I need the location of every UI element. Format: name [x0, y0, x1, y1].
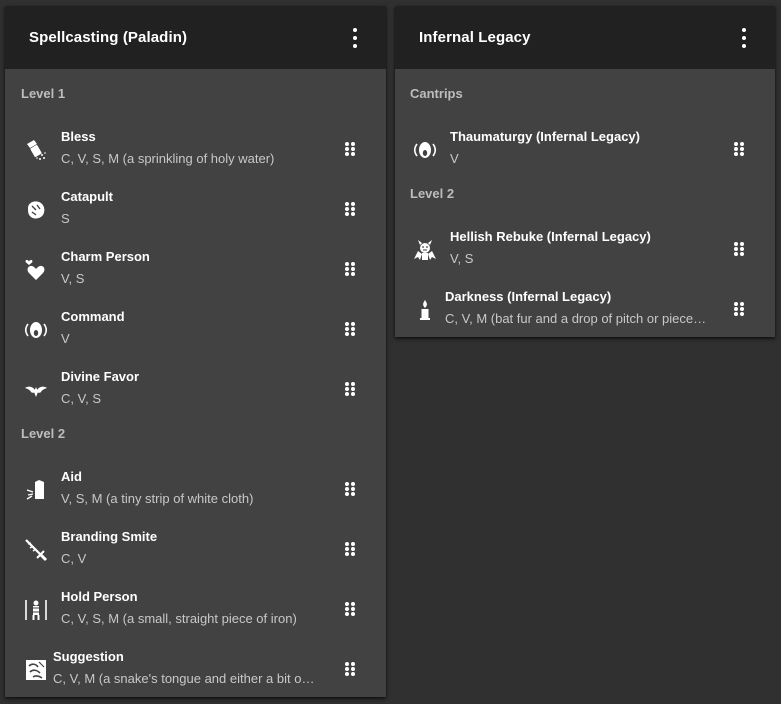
infernal-legacy-card: Infernal Legacy Cantrips Thaumaturgy (In… [395, 6, 775, 337]
section-label: Level 1 [21, 86, 66, 101]
spell-name: Branding Smite [61, 529, 158, 544]
drag-handle-icon[interactable] [345, 202, 355, 216]
catapult-icon [28, 201, 45, 219]
winged-emblem-icon [25, 386, 47, 397]
spell-item-divine-favor[interactable]: Divine Favor C, V, S [5, 360, 386, 420]
spell-components: C, V, S, M (a sprinkling of holy water) [61, 151, 275, 166]
spell-item-suggestion[interactable]: Suggestion C, V, M (a snake's tongue and… [5, 640, 386, 700]
spell-components: C, V, S, M (a small, straight piece of i… [61, 611, 297, 626]
more-options-icon[interactable] [350, 28, 360, 48]
drag-handle-icon[interactable] [345, 662, 355, 676]
drag-handle-icon[interactable] [345, 142, 355, 156]
candle-icon [420, 300, 430, 320]
card-header: Spellcasting (Paladin) [5, 6, 386, 69]
spellcasting-paladin-card: Spellcasting (Paladin) Level 1 Bless C, … [5, 6, 386, 697]
holy-water-icon [27, 140, 46, 160]
spell-item-catapult[interactable]: Catapult S [5, 180, 386, 240]
bound-person-icon [25, 600, 47, 620]
spell-components: V, S [450, 251, 474, 266]
drag-handle-icon[interactable] [734, 242, 744, 256]
section-label: Level 2 [21, 426, 66, 441]
section-label: Cantrips [410, 86, 463, 101]
spell-item-command[interactable]: Command V [5, 300, 386, 360]
drag-handle-icon[interactable] [345, 602, 355, 616]
spell-name: Command [61, 309, 125, 324]
spell-item-aid[interactable]: Aid V, S, M (a tiny strip of white cloth… [5, 460, 386, 520]
spell-item-hold-person[interactable]: Hold Person C, V, S, M (a small, straigh… [5, 580, 386, 640]
spell-components: V [61, 331, 70, 346]
shout-icon [24, 322, 48, 338]
spell-name: Charm Person [61, 249, 150, 264]
more-options-icon[interactable] [739, 28, 749, 48]
spell-item-darkness[interactable]: Darkness (Infernal Legacy) C, V, M (bat … [395, 280, 775, 340]
drag-handle-icon[interactable] [345, 322, 355, 336]
hearts-icon [25, 259, 45, 280]
spell-item-bless[interactable]: Bless C, V, S, M (a sprinkling of holy w… [5, 120, 386, 180]
drag-handle-icon[interactable] [734, 302, 744, 316]
spell-name: Divine Favor [61, 369, 140, 384]
spell-components: C, V, S [61, 391, 101, 406]
spell-name: Darkness (Infernal Legacy) [445, 289, 612, 304]
spell-components: C, V, M (bat fur and a drop of pitch or … [445, 311, 707, 326]
spell-item-branding-smite[interactable]: Branding Smite C, V [5, 520, 386, 580]
spell-components: C, V [61, 551, 87, 566]
spell-components: V, S, M (a tiny strip of white cloth) [61, 491, 254, 506]
spell-components: V, S [61, 271, 85, 286]
aid-icon [26, 480, 44, 500]
drag-handle-icon[interactable] [734, 142, 744, 156]
drag-handle-icon[interactable] [345, 382, 355, 396]
drag-handle-icon[interactable] [345, 482, 355, 496]
card-title: Spellcasting (Paladin) [29, 29, 188, 46]
drag-handle-icon[interactable] [345, 542, 355, 556]
drag-handle-icon[interactable] [345, 262, 355, 276]
spell-components: C, V, M (a snake's tongue and either a b… [53, 671, 315, 686]
spell-name: Thaumaturgy (Infernal Legacy) [450, 129, 640, 144]
shout-icon [413, 142, 437, 158]
spell-item-thaumaturgy[interactable]: Thaumaturgy (Infernal Legacy) V [395, 120, 775, 180]
suggestion-icon [26, 660, 46, 680]
spell-name: Bless [61, 129, 96, 144]
spell-name: Aid [61, 469, 82, 484]
flaming-sword-icon [25, 539, 48, 562]
demon-icon [414, 240, 436, 260]
section-label: Level 2 [410, 186, 455, 201]
spell-name: Catapult [61, 189, 113, 204]
spell-name: Hellish Rebuke (Infernal Legacy) [450, 229, 651, 244]
spell-components: S [61, 211, 70, 226]
card-header: Infernal Legacy [395, 6, 775, 69]
spell-components: V [450, 151, 459, 166]
spell-name: Suggestion [53, 649, 124, 664]
spell-item-hellish-rebuke[interactable]: Hellish Rebuke (Infernal Legacy) V, S [395, 220, 775, 280]
spell-name: Hold Person [61, 589, 138, 604]
spell-item-charm-person[interactable]: Charm Person V, S [5, 240, 386, 300]
card-title: Infernal Legacy [419, 29, 531, 46]
